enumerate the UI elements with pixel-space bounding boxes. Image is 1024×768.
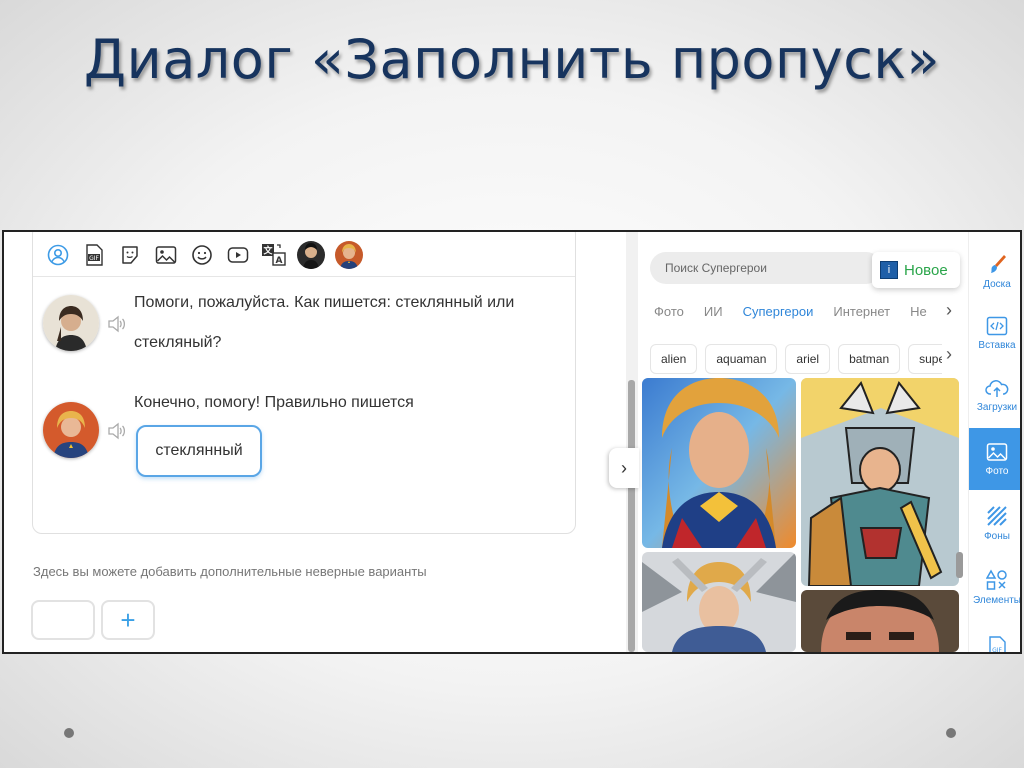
message-question-line-2: стекляный? (134, 334, 222, 351)
image-thumbnail[interactable] (642, 552, 796, 652)
smile-icon[interactable] (189, 242, 215, 268)
panel-scrollbar-thumb[interactable] (956, 552, 963, 578)
svg-text:文: 文 (262, 244, 273, 256)
tab-internet[interactable]: Интернет (833, 304, 890, 319)
avatar-question (43, 295, 99, 351)
gif-icon[interactable]: GIF (81, 242, 107, 268)
message-answer-text: Конечно, помогу! Правильно пишется (134, 394, 414, 411)
svg-text:GIF: GIF (992, 647, 1002, 654)
tag-chip[interactable]: superm (908, 344, 942, 374)
stripes-icon (987, 505, 1007, 526)
tag-chip[interactable]: batman (838, 344, 901, 374)
speaker-icon[interactable] (107, 422, 127, 445)
search-input[interactable]: Поиск Супергерои (650, 252, 882, 284)
sidebar-label: Вставка (978, 339, 1016, 351)
collapse-panel-button[interactable]: › (609, 448, 639, 488)
sidebar-item-uploads[interactable]: Загрузки (969, 364, 1020, 426)
image-thumbnail[interactable] (801, 378, 959, 586)
avatar-answer (43, 402, 99, 458)
brush-icon (991, 254, 1006, 273)
image-icon[interactable] (153, 242, 179, 268)
speaker-icon[interactable] (107, 315, 127, 338)
gif-icon: GIF (989, 636, 1006, 654)
sidebar-label: Фоны (984, 530, 1010, 542)
code-icon (986, 316, 1008, 335)
cloud-upload-icon (985, 379, 1009, 397)
sidebar-label: Загрузки (976, 401, 1018, 413)
youtube-icon[interactable] (225, 242, 251, 268)
dialog-editor: GIF 文A Помоги, пожалуйста. Как пишется: … (4, 232, 626, 652)
svg-text:GIF: GIF (89, 255, 99, 262)
translate-icon[interactable]: 文A (261, 242, 287, 268)
user-circle-icon[interactable] (45, 242, 71, 268)
category-tabs: Фото ИИ Супергерои Интернет Не (654, 304, 927, 319)
new-badge[interactable]: i Новое (872, 252, 960, 288)
decor-dot-left (64, 728, 74, 738)
editor-scrollbar-thumb[interactable] (628, 380, 635, 652)
image-thumbnail[interactable] (801, 590, 959, 652)
tab-superheroes[interactable]: Супергерои (743, 304, 814, 319)
new-badge-label: Новое (904, 261, 948, 279)
sidebar-item-photo[interactable]: Фото (969, 428, 1020, 490)
answer-blank-field[interactable]: стеклянный (136, 425, 262, 477)
message-question-line-1: Помоги, пожалуйста. Как пишется: стеклян… (134, 294, 515, 311)
tag-chip[interactable]: alien (650, 344, 698, 374)
tab-ai[interactable]: ИИ (704, 304, 723, 319)
photo-icon (986, 442, 1008, 461)
media-panel: Поиск Супергерои i Новое Фото ИИ Суперге… (638, 232, 968, 652)
dialog-card: GIF 文A Помоги, пожалуйста. Как пишется: … (32, 232, 576, 534)
add-variant-button[interactable]: + (101, 600, 155, 640)
right-sidebar: Доска Вставка Загрузки Фото Фоны Элемент… (968, 232, 1021, 654)
sidebar-label: Доска (983, 278, 1011, 290)
decor-dot-right (946, 728, 956, 738)
tags-row: alien aquaman ariel batman superm (650, 344, 942, 376)
sidebar-label: Фото (985, 465, 1009, 477)
character-avatar-dark[interactable] (297, 240, 325, 269)
sidebar-item-backgrounds[interactable]: Фоны (969, 492, 1020, 554)
message-question (43, 295, 99, 351)
slide-title: Диалог «Заполнить пропуск» (83, 28, 941, 91)
info-icon: i (880, 261, 898, 279)
sidebar-item-board[interactable]: Доска (969, 240, 1020, 302)
screenshot-frame: GIF 文A Помоги, пожалуйста. Как пишется: … (2, 230, 1022, 654)
svg-text:A: A (276, 256, 283, 266)
tab-photo[interactable]: Фото (654, 304, 684, 319)
tab-more[interactable]: Не (910, 304, 927, 319)
hint-text: Здесь вы можете добавить дополнительные … (33, 564, 427, 579)
sticker-icon[interactable] (117, 242, 143, 268)
message-answer (43, 402, 99, 458)
character-avatar-hero[interactable] (335, 240, 363, 269)
sidebar-item-gif[interactable]: GIF (969, 618, 1020, 654)
sidebar-item-elements[interactable]: Элементы (969, 556, 1021, 618)
editor-toolbar: GIF 文A (33, 233, 575, 277)
wrong-variant-input[interactable] (31, 600, 95, 640)
sidebar-item-insert[interactable]: Вставка (969, 302, 1020, 364)
chevron-right-icon: › (621, 457, 627, 478)
tags-next-icon[interactable]: › (946, 344, 952, 365)
tag-chip[interactable]: aquaman (705, 344, 778, 374)
shapes-icon (986, 568, 1007, 590)
sidebar-label: Элементы (973, 594, 1021, 606)
message-question-text: Помоги, пожалуйста. Как пишется: стеклян… (134, 283, 514, 363)
tag-chip[interactable]: ariel (785, 344, 831, 374)
image-thumbnail[interactable] (642, 378, 796, 548)
tabs-next-icon[interactable]: › (946, 300, 952, 321)
